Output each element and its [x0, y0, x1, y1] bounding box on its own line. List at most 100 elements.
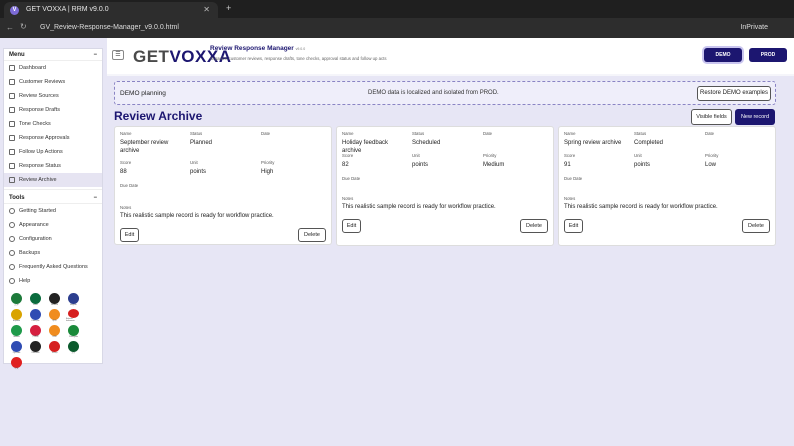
- sidebar-item-label: Getting Started: [19, 208, 56, 214]
- language-flag[interactable]: 中文: [9, 357, 24, 370]
- flag-icon: [49, 341, 60, 352]
- flag-caption: 日本語: [32, 336, 39, 338]
- banner-title: DEMO planning: [120, 90, 166, 97]
- sidebar-item[interactable]: Follow Up Actions: [4, 145, 102, 159]
- language-flag[interactable]: Português: [66, 325, 81, 338]
- sidebar-item[interactable]: Customer Reviews: [4, 75, 102, 89]
- flag-icon: [30, 325, 41, 336]
- flag-icon: [49, 325, 60, 336]
- sidebar-item[interactable]: Response Status: [4, 159, 102, 173]
- app-header: ☰ GETVOXXA Review Response Manager v9.0.…: [107, 38, 794, 76]
- notes-label: Notes: [564, 196, 576, 201]
- record-card: Name Status Date Spring review archive Compl…: [558, 126, 776, 246]
- app-title: Review Response Manager v9.0.0: [210, 45, 305, 52]
- language-flag[interactable]: Русский: [9, 341, 24, 354]
- sidebar-item-label: Follow Up Actions: [19, 149, 63, 155]
- date-label: Date: [483, 131, 493, 136]
- delete-button[interactable]: Delete: [520, 219, 548, 233]
- flag-caption: Italiano: [13, 336, 20, 338]
- visible-fields-button[interactable]: Visible fields: [691, 109, 732, 125]
- language-flag[interactable]: Español: [9, 309, 24, 322]
- flag-caption: मराठी: [52, 336, 57, 338]
- sources-icon: [9, 93, 15, 99]
- app-title-text: Review Response Manager: [210, 45, 294, 52]
- menu-heading[interactable]: Menu −: [4, 49, 102, 61]
- inprivate-badge[interactable]: InPrivate: [740, 24, 768, 31]
- sidebar-item[interactable]: Response Approvals: [4, 131, 102, 145]
- record-unit: points: [412, 162, 429, 168]
- flag-icon: [11, 309, 22, 320]
- record-card: Name Status Date Holiday feedback archive Sc…: [336, 126, 554, 246]
- sidebar-item[interactable]: Getting Started: [4, 204, 102, 218]
- record-status: Scheduled: [412, 140, 441, 146]
- edit-button[interactable]: Edit: [120, 228, 139, 242]
- close-tab-icon[interactable]: ✕: [203, 5, 210, 14]
- url-field[interactable]: GV_Review-Response-Manager_v9.0.0.html: [40, 24, 179, 31]
- sidebar-item[interactable]: Help: [4, 274, 102, 288]
- sidebar-item[interactable]: Backups: [4, 246, 102, 260]
- tab-title: GET VOXXA | RRM v9.0.0: [26, 6, 109, 13]
- sidebar-item[interactable]: Tone Checks: [4, 117, 102, 131]
- delete-button[interactable]: Delete: [298, 228, 326, 242]
- reload-icon[interactable]: ↻: [20, 22, 27, 31]
- record-status: Planned: [190, 140, 213, 146]
- delete-button[interactable]: Delete: [742, 219, 770, 233]
- flag-icon: [30, 341, 41, 352]
- sidebar-item[interactable]: Frequently Asked Questions: [4, 260, 102, 274]
- language-flag[interactable]: English: [66, 293, 81, 306]
- sidebar-toggle-icon[interactable]: ☰: [112, 50, 124, 60]
- flag-icon: [11, 341, 22, 352]
- sidebar-item[interactable]: Configuration: [4, 232, 102, 246]
- upload-icon: [9, 250, 15, 256]
- language-flag[interactable]: Türkçe: [47, 341, 62, 354]
- demo-button[interactable]: DEMO: [704, 48, 742, 62]
- language-flag[interactable]: عربي: [9, 293, 24, 306]
- restore-demo-button[interactable]: Restore DEMO examples: [697, 86, 771, 101]
- record-score: 91: [564, 162, 571, 168]
- language-flag[interactable]: Deutsch: [47, 293, 62, 306]
- language-flag[interactable]: Bahasa Indonesia: [66, 309, 81, 322]
- new-record-button[interactable]: New record: [735, 109, 775, 125]
- collapse-icon[interactable]: −: [93, 195, 97, 201]
- demo-banner: DEMO planning DEMO data is localized and…: [114, 81, 776, 105]
- sidebar-item-label: Response Approvals: [19, 135, 70, 141]
- logo-text-get: GET: [133, 47, 170, 66]
- language-flag[interactable]: हिन्दी: [47, 309, 62, 322]
- language-flag[interactable]: اردو: [66, 341, 81, 354]
- collapse-icon[interactable]: −: [93, 52, 97, 58]
- language-flag[interactable]: Français: [28, 309, 43, 322]
- sidebar-item[interactable]: Review Archive: [4, 173, 102, 187]
- address-bar: ← ↻ GV_Review-Response-Manager_v9.0.0.ht…: [0, 18, 794, 38]
- sidebar-item-label: Response Status: [19, 163, 61, 169]
- due-date-label: Due Date: [342, 176, 361, 181]
- help-icon: [9, 278, 15, 284]
- tools-heading[interactable]: Tools −: [4, 192, 102, 204]
- language-flags: عربي বাংলা Deutsch English Español Français हि…: [4, 288, 100, 372]
- language-flag[interactable]: 日本語: [28, 325, 43, 338]
- browser-tab-bar: V GET VOXXA | RRM v9.0.0 ✕ +: [0, 0, 794, 18]
- language-flag[interactable]: मराठी: [47, 325, 62, 338]
- language-flag[interactable]: Kiswahili: [28, 341, 43, 354]
- flag-icon: [30, 293, 41, 304]
- browser-tab[interactable]: V GET VOXXA | RRM v9.0.0 ✕: [4, 2, 218, 18]
- sidebar-item[interactable]: Appearance: [4, 218, 102, 232]
- language-flag[interactable]: Italiano: [9, 325, 24, 338]
- new-tab-icon[interactable]: +: [226, 3, 231, 13]
- edit-button[interactable]: Edit: [342, 219, 361, 233]
- flag-caption: عربي: [14, 304, 19, 306]
- date-label: Date: [261, 131, 271, 136]
- prod-button[interactable]: PROD: [749, 48, 787, 62]
- record-notes: This realistic sample record is ready fo…: [120, 213, 274, 219]
- back-icon[interactable]: ←: [6, 23, 14, 32]
- faq-icon: [9, 264, 15, 270]
- sidebar-item[interactable]: Response Drafts: [4, 103, 102, 117]
- sidebar-item[interactable]: Review Sources: [4, 89, 102, 103]
- notes-label: Notes: [120, 205, 132, 210]
- sidebar-item[interactable]: Dashboard: [4, 61, 102, 75]
- language-flag[interactable]: বাংলা: [28, 293, 43, 306]
- edit-button[interactable]: Edit: [564, 219, 583, 233]
- flag-icon: [49, 293, 60, 304]
- menu-heading-label: Menu: [9, 52, 25, 58]
- record-priority: Medium: [483, 162, 505, 168]
- unit-label: Unit: [190, 160, 198, 165]
